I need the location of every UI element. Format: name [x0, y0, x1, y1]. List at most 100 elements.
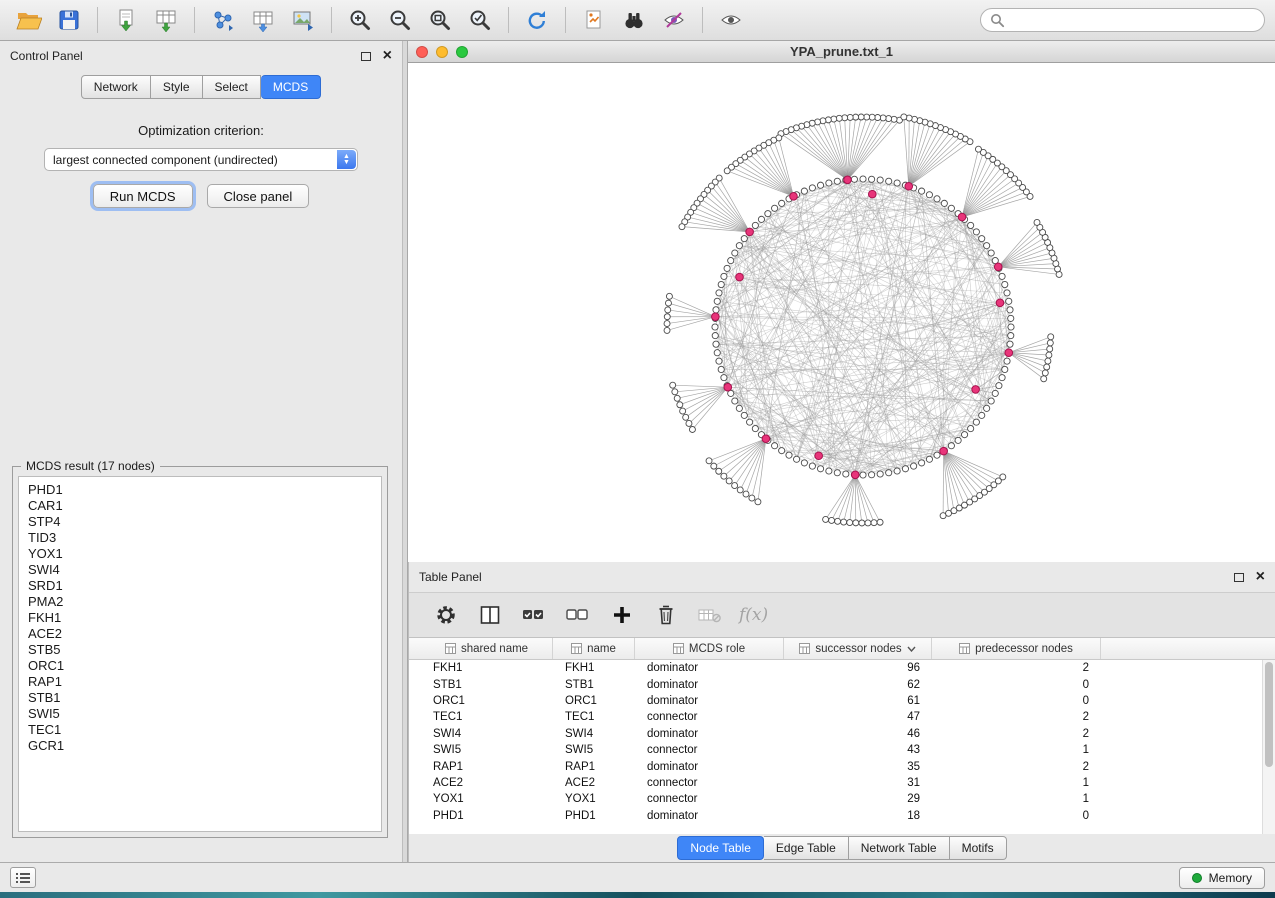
mcds-result-item[interactable]: PHD1 [28, 482, 372, 498]
table-row[interactable]: FKH1FKH1dominator962 [421, 660, 1275, 676]
mcds-result-item[interactable]: FKH1 [28, 610, 372, 626]
export-table-button[interactable] [244, 3, 282, 37]
tab-select[interactable]: Select [203, 75, 261, 99]
close-panel-icon[interactable]: × [1256, 572, 1265, 582]
tab-edge-table[interactable]: Edge Table [764, 836, 849, 860]
tab-style[interactable]: Style [151, 75, 203, 99]
mcds-result-item[interactable]: STB1 [28, 690, 372, 706]
find-button[interactable] [615, 3, 653, 37]
minimize-window-icon[interactable] [436, 46, 448, 58]
float-panel-icon[interactable] [1234, 573, 1244, 582]
export-network-button[interactable] [204, 3, 242, 37]
function-builder-button[interactable]: f(x) [739, 605, 768, 625]
mcds-result-item[interactable]: TEC1 [28, 722, 372, 738]
network-graph[interactable] [408, 63, 1275, 562]
zoom-in-button[interactable] [341, 3, 379, 37]
table-cell: connector [635, 777, 784, 789]
tab-mcds[interactable]: MCDS [261, 75, 321, 99]
table-row[interactable]: RAP1RAP1dominator352 [421, 758, 1275, 774]
import-table-icon [154, 8, 178, 32]
mcds-result-item[interactable]: PMA2 [28, 594, 372, 610]
table-row[interactable]: STB1STB1dominator620 [421, 676, 1275, 692]
apply-layout-button[interactable] [518, 3, 556, 37]
table-cell: dominator [635, 695, 784, 707]
table-row[interactable]: ORC1ORC1dominator610 [421, 693, 1275, 709]
mcds-result-group: MCDS result (17 nodes) PHD1CAR1STP4TID3Y… [12, 466, 388, 838]
mcds-result-item[interactable]: TID3 [28, 530, 372, 546]
mcds-result-item[interactable]: RAP1 [28, 674, 372, 690]
mcds-result-item[interactable]: STP4 [28, 514, 372, 530]
scrollbar-thumb[interactable] [1265, 662, 1273, 767]
column-type-icon [445, 643, 456, 654]
import-network-button[interactable] [107, 3, 145, 37]
mcds-result-item[interactable]: ORC1 [28, 658, 372, 674]
mcds-result-item[interactable]: SWI4 [28, 562, 372, 578]
deselect-all-button[interactable] [561, 599, 595, 631]
memory-button[interactable]: Memory [1179, 867, 1265, 889]
table-row[interactable]: TEC1TEC1connector472 [421, 709, 1275, 725]
delete-column-button[interactable] [649, 599, 683, 631]
close-window-icon[interactable] [416, 46, 428, 58]
mcds-result-item[interactable]: CAR1 [28, 498, 372, 514]
export-image-button[interactable] [284, 3, 322, 37]
network-canvas[interactable] [408, 63, 1275, 562]
split-panel-button[interactable] [473, 599, 507, 631]
float-panel-icon[interactable] [361, 52, 371, 61]
criterion-dropdown[interactable]: largest connected component (undirected)… [44, 148, 358, 171]
table-cell: SWI5 [421, 744, 553, 756]
column-header-successor-nodes[interactable]: successor nodes [784, 638, 932, 659]
table-cell: FKH1 [421, 662, 553, 674]
zoom-out-button[interactable] [381, 3, 419, 37]
table-cell: PHD1 [553, 810, 635, 822]
show-graphics-details-button[interactable] [712, 3, 750, 37]
mcds-result-item[interactable]: ACE2 [28, 626, 372, 642]
column-header-name[interactable]: name [553, 638, 635, 659]
tab-motifs[interactable]: Motifs [950, 836, 1007, 860]
tab-network[interactable]: Network [81, 75, 151, 99]
toolbar-separator [97, 7, 98, 33]
column-type-icon [673, 643, 684, 654]
zoom-fit-button[interactable] [421, 3, 459, 37]
search-input[interactable] [1011, 13, 1255, 27]
mcds-result-item[interactable]: YOX1 [28, 546, 372, 562]
tab-node-table[interactable]: Node Table [677, 836, 764, 860]
table-row[interactable]: YOX1YOX1connector291 [421, 791, 1275, 807]
mcds-result-list[interactable]: PHD1CAR1STP4TID3YOX1SWI4SRD1PMA2FKH1ACE2… [18, 476, 382, 832]
save-session-button[interactable] [50, 3, 88, 37]
table-row[interactable]: PHD1PHD1dominator180 [421, 808, 1275, 824]
import-table-button[interactable] [147, 3, 185, 37]
run-mcds-button[interactable]: Run MCDS [93, 184, 193, 208]
zoom-fit-icon [428, 8, 452, 32]
network-from-selection-button[interactable] [575, 3, 613, 37]
column-header-MCDS-role[interactable]: MCDS role [635, 638, 784, 659]
table-cell: dominator [635, 728, 784, 740]
show-panels-button[interactable] [10, 867, 36, 888]
mcds-result-item[interactable]: SWI5 [28, 706, 372, 722]
memory-label: Memory [1209, 871, 1252, 885]
column-header-shared-name[interactable]: shared name [421, 638, 553, 659]
close-panel-button[interactable]: Close panel [207, 184, 310, 208]
tab-network-table[interactable]: Network Table [849, 836, 950, 860]
export-image-icon [291, 8, 315, 32]
close-panel-icon[interactable]: × [383, 51, 392, 61]
table-row[interactable]: SWI5SWI5connector431 [421, 742, 1275, 758]
column-header-predecessor-nodes[interactable]: predecessor nodes [932, 638, 1101, 659]
table-cell: 35 [784, 761, 932, 773]
mcds-result-item[interactable]: SRD1 [28, 578, 372, 594]
table-settings-button[interactable] [429, 599, 463, 631]
table-row[interactable]: ACE2ACE2connector311 [421, 775, 1275, 791]
mcds-result-item[interactable]: STB5 [28, 642, 372, 658]
zoom-selected-button[interactable] [461, 3, 499, 37]
search-box[interactable] [980, 8, 1265, 32]
table-row[interactable]: SWI4SWI4dominator462 [421, 726, 1275, 742]
maximize-window-icon[interactable] [456, 46, 468, 58]
table-scrollbar[interactable] [1262, 660, 1275, 834]
table-cell: connector [635, 793, 784, 805]
open-folder-icon [16, 8, 42, 32]
show-hide-filter-button[interactable] [655, 3, 693, 37]
select-all-button[interactable] [517, 599, 551, 631]
open-session-button[interactable] [10, 3, 48, 37]
status-bar: Memory [0, 862, 1275, 892]
mcds-result-item[interactable]: GCR1 [28, 738, 372, 754]
add-column-button[interactable] [605, 599, 639, 631]
